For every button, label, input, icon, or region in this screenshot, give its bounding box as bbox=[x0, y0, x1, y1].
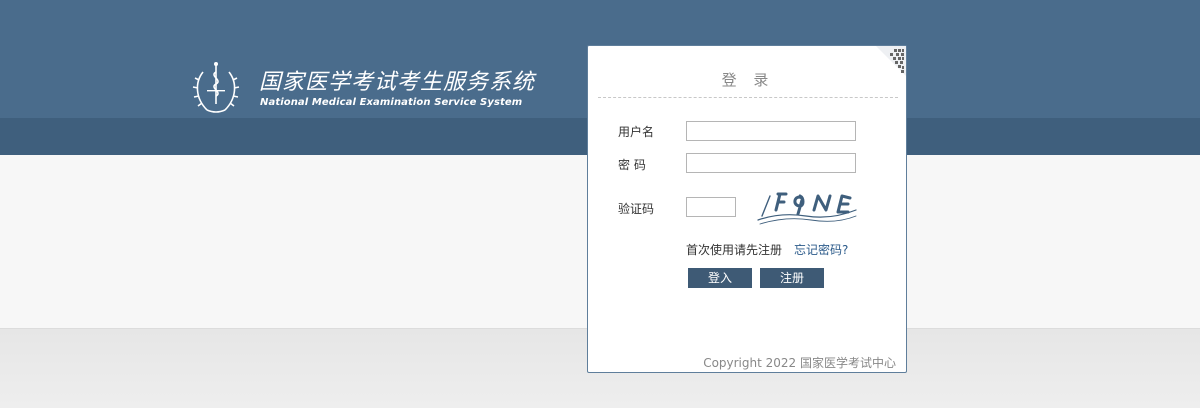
login-button[interactable]: 登入 bbox=[688, 268, 752, 288]
password-label: 密 码 bbox=[618, 158, 646, 172]
medical-exam-logo-icon bbox=[192, 62, 240, 113]
username-label: 用户名 bbox=[618, 125, 655, 139]
forgot-password-link[interactable]: 忘记密码? bbox=[794, 241, 848, 258]
captcha-label: 验证码 bbox=[618, 202, 655, 216]
password-input[interactable] bbox=[686, 153, 856, 173]
first-use-register-link[interactable]: 首次使用请先注册 bbox=[686, 241, 782, 258]
username-input[interactable] bbox=[686, 121, 856, 141]
register-button[interactable]: 注册 bbox=[760, 268, 824, 288]
copyright-text: Copyright 2022 国家医学考试中心 bbox=[703, 356, 896, 370]
site-title: 国家医学考试考生服务系统 bbox=[259, 70, 536, 95]
site-subtitle: National Medical Examination Service Sys… bbox=[260, 97, 523, 108]
login-panel: 登 录 用户名 密 码 验证码 首次使用请先注册 忘记密码? 登入 注册 Cop… bbox=[587, 45, 907, 373]
login-title: 登 录 bbox=[721, 71, 775, 89]
title-divider bbox=[598, 97, 898, 98]
captcha-input[interactable] bbox=[686, 197, 736, 217]
captcha-image[interactable] bbox=[756, 186, 858, 230]
